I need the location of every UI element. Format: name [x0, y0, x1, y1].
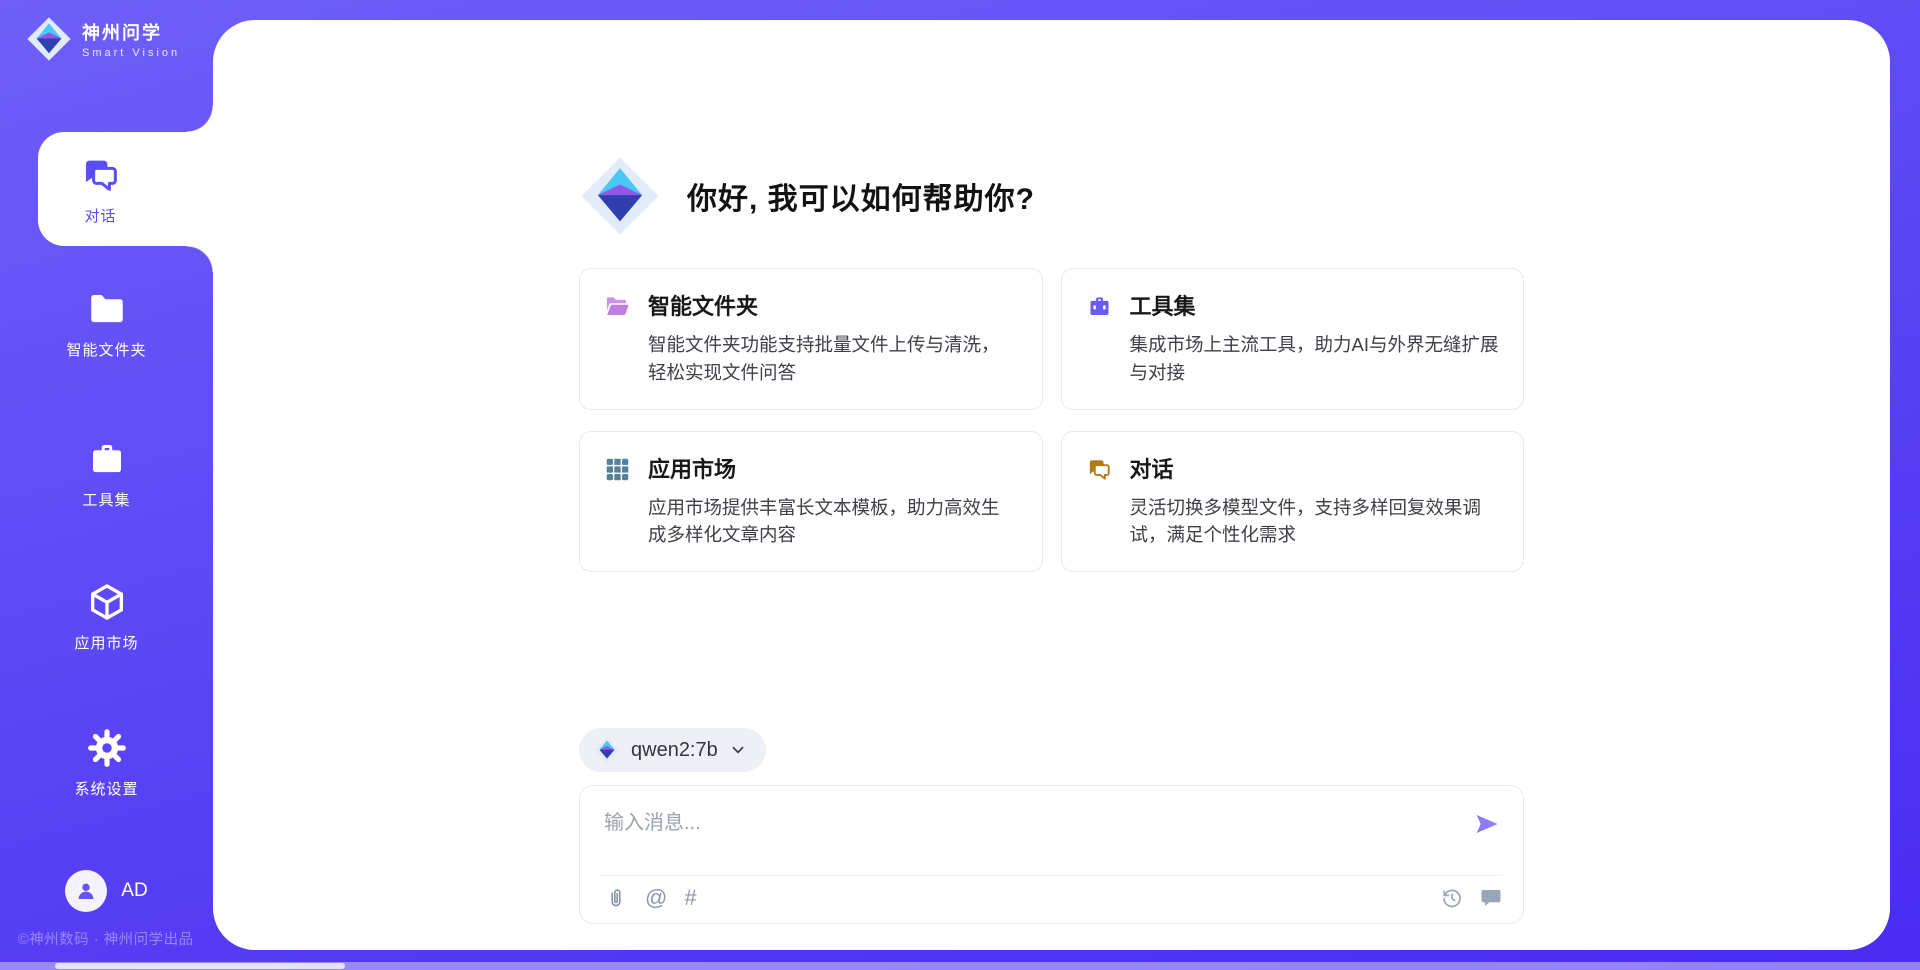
- card-title: 智能文件夹: [648, 293, 1018, 320]
- greeting: 你好, 我可以如何帮助你?: [579, 155, 1524, 237]
- toolbox-icon: [1086, 293, 1113, 320]
- feature-cards: 智能文件夹 智能文件夹功能支持批量文件上传与清洗，轻松实现文件问答 工具集 集成…: [579, 268, 1524, 572]
- horizontal-scrollbar: [0, 962, 1920, 970]
- gear-icon: [86, 727, 128, 769]
- history-icon[interactable]: [1440, 886, 1464, 910]
- composer-toolbar: @ #: [604, 886, 697, 910]
- greeting-diamond-logo-icon: [579, 155, 661, 237]
- sidebar-item-label: 智能文件夹: [66, 339, 146, 360]
- card-toolset[interactable]: 工具集 集成市场上主流工具，助力AI与外界无缝扩展与对接: [1061, 268, 1525, 410]
- card-description: 应用市场提供丰富长文本模板，助力高效生成多样化文章内容: [648, 494, 1018, 550]
- app-grid-icon: [604, 456, 631, 483]
- user-name: AD: [121, 880, 147, 902]
- card-title: 应用市场: [648, 456, 1018, 483]
- sidebar-item-label: 系统设置: [74, 778, 138, 799]
- card-chat[interactable]: 对话 灵活切换多模型文件，支持多样回复效果调试，满足个性化需求: [1061, 431, 1525, 573]
- card-app-market[interactable]: 应用市场 应用市场提供丰富长文本模板，助力高效生成多样化文章内容: [579, 431, 1043, 573]
- toolbox-icon: [86, 438, 128, 480]
- sidebar-item-settings[interactable]: 系统设置: [0, 727, 213, 799]
- chat-bubbles-icon: [1086, 456, 1113, 483]
- card-smart-folder[interactable]: 智能文件夹 智能文件夹功能支持批量文件上传与清洗，轻松实现文件问答: [579, 268, 1043, 410]
- brand-name: 神州问学: [82, 19, 180, 45]
- mention-icon[interactable]: @: [645, 886, 667, 910]
- brand: 神州问学 Smart Vision: [0, 0, 213, 62]
- sidebar-item-app-market[interactable]: 应用市场: [0, 581, 213, 653]
- sidebar-item-label: 对话: [84, 205, 116, 226]
- person-icon: [73, 878, 99, 904]
- folder-icon: [86, 288, 128, 330]
- copyright-footer: ©神州数码 · 神州问学出品: [18, 928, 194, 949]
- brand-logo-diamond-icon: [26, 16, 72, 62]
- model-name: qwen2:7b: [631, 739, 718, 762]
- chat-bubbles-icon: [80, 154, 122, 196]
- card-title: 对话: [1130, 456, 1500, 483]
- sidebar-item-toolset[interactable]: 工具集: [0, 438, 213, 510]
- card-title: 工具集: [1130, 293, 1500, 320]
- horizontal-scrollbar-thumb[interactable]: [55, 963, 345, 969]
- card-description: 集成市场上主流工具，助力AI与外界无缝扩展与对接: [1130, 331, 1500, 387]
- brand-subtitle: Smart Vision: [82, 47, 180, 59]
- model-diamond-logo-icon: [593, 736, 621, 764]
- paperclip-icon[interactable]: [604, 886, 628, 910]
- user-profile[interactable]: AD: [0, 870, 213, 912]
- composer-right-toolbar: [1440, 886, 1503, 910]
- folder-open-icon: [604, 293, 631, 320]
- card-description: 智能文件夹功能支持批量文件上传与清洗，轻松实现文件问答: [648, 331, 1018, 387]
- sidebar-item-chat[interactable]: 对话: [38, 132, 213, 246]
- chevron-down-icon: [728, 740, 748, 760]
- main-panel: 你好, 我可以如何帮助你? 智能文件夹 智能文件夹功能支持批量文件上传与清洗，轻…: [213, 20, 1890, 950]
- avatar: [65, 870, 107, 912]
- message-input[interactable]: [604, 806, 1424, 864]
- sidebar: 神州问学 Smart Vision 对话 智能文件夹 工具集 应用市场 系统设置…: [0, 0, 213, 970]
- topic-icon[interactable]: #: [684, 886, 696, 910]
- sidebar-item-smart-folder[interactable]: 智能文件夹: [0, 288, 213, 360]
- greeting-text: 你好, 我可以如何帮助你?: [687, 174, 1035, 218]
- sidebar-item-label: 应用市场: [74, 632, 138, 653]
- card-description: 灵活切换多模型文件，支持多样回复效果调试，满足个性化需求: [1130, 494, 1500, 550]
- sidebar-item-label: 工具集: [82, 489, 130, 510]
- cube-icon: [86, 581, 128, 623]
- message-icon[interactable]: [1479, 886, 1503, 910]
- message-composer: @ #: [579, 785, 1524, 924]
- send-icon[interactable]: [1473, 810, 1501, 838]
- composer-divider: [600, 875, 1503, 876]
- model-selector[interactable]: qwen2:7b: [579, 728, 766, 772]
